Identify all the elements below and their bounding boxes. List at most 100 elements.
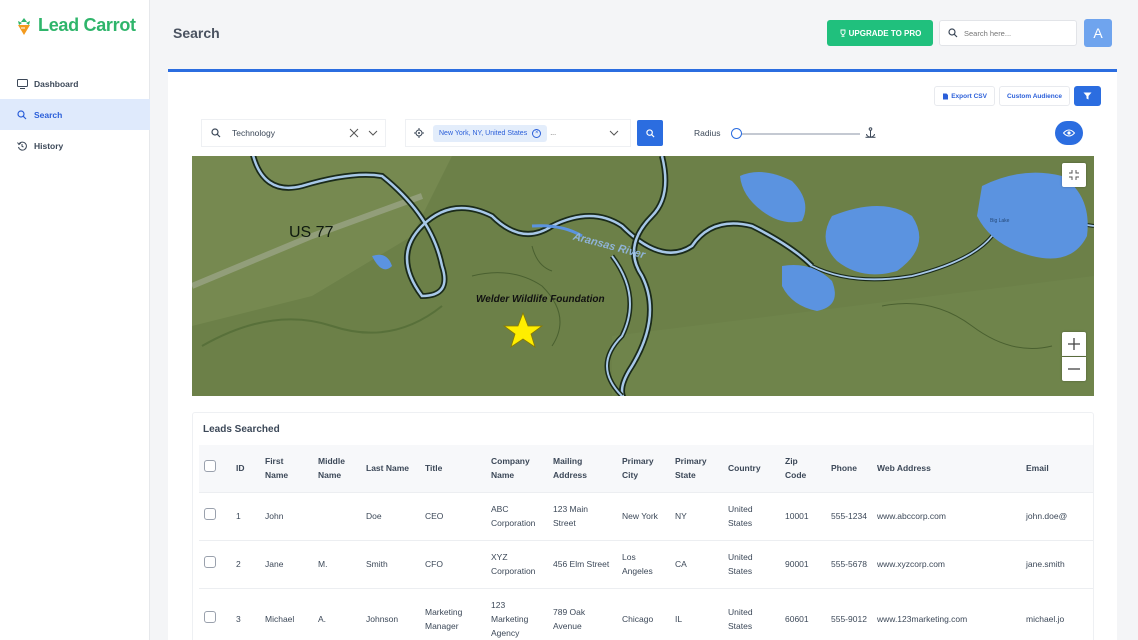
sidebar-nav: Dashboard Search History (0, 68, 150, 161)
industry-select[interactable]: Technology (201, 119, 386, 147)
app-name: Lead Carrot (38, 15, 136, 35)
column-header[interactable]: Phone (826, 445, 872, 492)
table-cell: Michael (260, 587, 313, 640)
table-cell: 555-5678 (826, 539, 872, 588)
leads-title: Leads Searched (203, 424, 280, 435)
table-cell: Doe (361, 491, 420, 540)
map-label-foundation: Welder Wildlife Foundation (476, 294, 605, 305)
sidebar-item-label: Search (34, 109, 63, 120)
upgrade-to-pro-button[interactable]: UPGRADE TO PRO (827, 20, 933, 46)
main-content: Export CSV Custom Audience Technology Ne… (168, 69, 1117, 640)
sidebar-item-label: Dashboard (34, 78, 79, 89)
table-cell: john.doe@ (1021, 491, 1093, 540)
column-header[interactable]: Primary City (617, 445, 670, 492)
table-cell: 90001 (780, 539, 826, 588)
column-header[interactable]: Web Address (872, 445, 1021, 492)
table-cell: 10001 (780, 491, 826, 540)
trophy-icon (840, 29, 846, 37)
search-input[interactable] (964, 28, 1064, 38)
table-cell: 2 (231, 539, 260, 588)
clear-icon[interactable] (349, 128, 359, 138)
table-cell: CA (670, 539, 723, 588)
column-header[interactable]: Mailing Address (548, 445, 617, 492)
column-header[interactable]: Last Name (361, 445, 420, 492)
row-select-cell (199, 491, 231, 540)
radius-slider-track[interactable] (737, 133, 860, 135)
column-header[interactable]: Country (723, 445, 780, 492)
table-cell: NY (670, 491, 723, 540)
column-header[interactable]: Email (1021, 445, 1093, 492)
table-cell: ABC Corporation (486, 491, 548, 540)
search-icon (16, 109, 28, 121)
table-cell: michael.jo (1021, 587, 1093, 640)
table-cell: Los Angeles (617, 539, 670, 588)
custom-audience-label: Custom Audience (1006, 92, 1062, 100)
carrot-icon (18, 17, 30, 35)
map-view[interactable]: US 77 Aransas River Welder Wildlife Foun… (192, 156, 1094, 396)
table-row[interactable]: 2 Jane M. Smith CFO XYZ Corporation 456 … (199, 539, 1093, 588)
row-checkbox[interactable] (204, 508, 216, 520)
avatar[interactable]: A (1084, 19, 1112, 47)
filter-button[interactable] (1074, 86, 1101, 106)
fullscreen-button[interactable] (1062, 163, 1086, 187)
upgrade-label: UPGRADE TO PRO (848, 28, 922, 38)
filter-icon (1083, 92, 1092, 100)
search-icon (211, 128, 221, 138)
top-header: Search UPGRADE TO PRO A (150, 0, 1138, 68)
map-terrain (192, 156, 1094, 396)
eye-icon (1063, 129, 1075, 137)
monitor-icon (16, 78, 28, 90)
sidebar-item-dashboard[interactable]: Dashboard (0, 68, 150, 99)
remove-chip-icon[interactable]: × (532, 128, 542, 138)
radius-slider-handle[interactable] (731, 128, 742, 139)
table-cell: Jane (260, 539, 313, 588)
table-cell: jane.smith (1021, 539, 1093, 588)
row-select-cell (199, 587, 231, 640)
table-cell: CFO (420, 539, 486, 588)
table-cell: 1 (231, 491, 260, 540)
table-cell: Marketing Manager (420, 587, 486, 640)
column-header[interactable]: Company Name (486, 445, 548, 492)
column-header[interactable]: Zip Code (780, 445, 826, 492)
row-checkbox[interactable] (204, 556, 216, 568)
table-cell: www.xyzcorp.com (872, 539, 1021, 588)
header-search (939, 20, 1077, 46)
column-header[interactable]: Primary State (670, 445, 723, 492)
sidebar-item-search[interactable]: Search (0, 99, 150, 130)
toggle-map-button[interactable] (1055, 121, 1083, 145)
zoom-in-button[interactable] (1062, 332, 1086, 356)
app-logo[interactable]: Lead Carrot (15, 15, 136, 36)
location-select[interactable]: New York, NY, United States × ... (405, 119, 631, 147)
table-cell: 123 Marketing Agency (486, 587, 548, 640)
toolbar-actions: Export CSV Custom Audience (934, 86, 1101, 106)
row-checkbox[interactable] (204, 611, 216, 624)
table-cell: 123 Main Street (548, 491, 617, 540)
custom-audience-button[interactable]: Custom Audience (998, 86, 1070, 106)
table-cell: 60601 (780, 587, 826, 640)
export-csv-button[interactable]: Export CSV (934, 86, 995, 106)
column-header[interactable]: First Name (260, 445, 313, 492)
table-cell: 555-1234 (826, 491, 872, 540)
column-header[interactable]: Middle Name (313, 445, 361, 492)
zoom-out-button[interactable] (1062, 357, 1086, 381)
column-header[interactable]: ID (231, 445, 260, 492)
location-chip[interactable]: New York, NY, United States × (433, 124, 548, 142)
table-row[interactable]: 1 John Doe CEO ABC Corporation 123 Main … (199, 491, 1093, 540)
column-header[interactable]: Title (420, 445, 486, 492)
table-cell (313, 491, 361, 540)
chevron-down-icon[interactable] (609, 129, 619, 137)
table-cell: M. (313, 539, 361, 588)
table-cell: 789 Oak Avenue (548, 587, 617, 640)
sidebar: Lead Carrot Dashboard Search History (0, 0, 150, 640)
table-cell: www.abccorp.com (872, 491, 1021, 540)
sidebar-item-history[interactable]: History (0, 130, 150, 161)
industry-value: Technology (232, 128, 276, 138)
search-submit-button[interactable] (637, 120, 663, 146)
select-all-checkbox[interactable] (204, 460, 216, 473)
table-row[interactable]: 3 Michael A. Johnson Marketing Manager 1… (199, 587, 1093, 640)
chevron-down-icon[interactable] (368, 129, 378, 137)
anchor-icon[interactable] (865, 127, 876, 138)
search-icon (645, 128, 655, 138)
table-cell: 456 Elm Street (548, 539, 617, 588)
table-cell: New York (617, 491, 670, 540)
